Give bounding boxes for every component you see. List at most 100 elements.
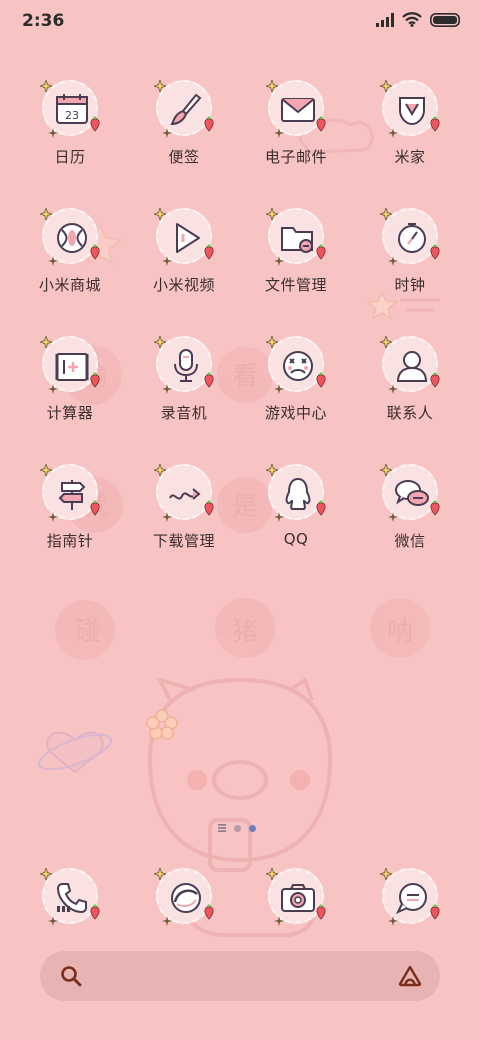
app-label: 微信 [394, 532, 426, 550]
strawberry-icon [430, 904, 440, 920]
app-icon-bubble [40, 464, 100, 522]
star-decoration-icon [154, 464, 166, 476]
app-label: 联系人 [386, 404, 434, 422]
app-label: 文件管理 [264, 276, 327, 294]
app-notes[interactable]: 便签 [128, 74, 240, 184]
message-icon [395, 883, 427, 915]
app-recorder[interactable]: 录音机 [128, 330, 240, 440]
star-decoration-icon [40, 336, 52, 348]
sparkle-icon [274, 256, 284, 266]
app-mi-store[interactable]: 小米商城 [14, 202, 126, 312]
strawberry-icon [316, 904, 326, 920]
app-mijia[interactable]: 米家 [354, 74, 466, 184]
search-icon[interactable] [60, 965, 82, 987]
app-calculator[interactable]: 计算器 [14, 330, 126, 440]
app-downloads[interactable]: 下载管理 [128, 458, 240, 568]
star-decoration-icon [40, 208, 52, 220]
dock-browser[interactable] [128, 862, 240, 926]
strawberry-icon [90, 904, 100, 920]
star-decoration-icon [154, 80, 166, 92]
svg-text:猪: 猪 [232, 617, 258, 647]
video-icon [176, 223, 200, 253]
svg-text:碰: 碰 [75, 617, 101, 647]
app-qq[interactable]: QQ [240, 458, 352, 568]
star-decoration-icon [154, 336, 166, 348]
strawberry-icon [204, 500, 214, 516]
wechat-icon [395, 480, 429, 506]
status-icons [376, 12, 460, 27]
svg-text:23: 23 [65, 109, 79, 122]
strawberry-icon [316, 116, 326, 132]
game-face-icon [283, 351, 313, 381]
star-decoration-icon [154, 868, 166, 880]
sparkle-icon [48, 512, 58, 522]
app-mi-video[interactable]: 小米视频 [128, 202, 240, 312]
svg-text:呐: 呐 [387, 617, 413, 647]
sparkle-icon [388, 128, 398, 138]
star-decoration-icon [380, 464, 392, 476]
app-icon-bubble [266, 336, 326, 394]
app-icon-bubble [380, 208, 440, 266]
strawberry-icon [316, 244, 326, 260]
app-calendar[interactable]: 23 日历 [14, 74, 126, 184]
sparkle-icon [274, 384, 284, 394]
app-file-manager[interactable]: 文件管理 [240, 202, 352, 312]
strawberry-icon [90, 500, 100, 516]
mi-store-icon [57, 223, 87, 253]
page-dot-active[interactable] [249, 824, 256, 832]
page-dot[interactable] [234, 824, 241, 832]
app-icon-bubble [266, 208, 326, 266]
strawberry-icon [90, 372, 100, 388]
list-view-icon [218, 824, 226, 832]
app-compass[interactable]: 指南针 [14, 458, 126, 568]
sparkle-icon [48, 128, 58, 138]
app-game-center[interactable]: 游戏中心 [240, 330, 352, 440]
star-decoration-icon [154, 208, 166, 220]
status-time: 2:36 [22, 11, 65, 31]
app-label: 游戏中心 [264, 404, 327, 422]
sparkle-icon [162, 512, 172, 522]
sparkle-icon [162, 916, 172, 926]
strawberry-icon [90, 244, 100, 260]
star-decoration-icon [380, 208, 392, 220]
app-label: 日历 [54, 148, 86, 166]
qq-icon [285, 477, 311, 510]
dock-camera[interactable] [240, 862, 352, 926]
dock-messages[interactable] [354, 862, 466, 926]
app-contacts[interactable]: 联系人 [354, 330, 466, 440]
sparkle-icon [48, 256, 58, 266]
app-icon-bubble [154, 80, 214, 138]
app-label: 米家 [394, 148, 426, 166]
dock-phone[interactable] [14, 862, 126, 926]
app-icon-bubble [380, 336, 440, 394]
folder-icon [281, 227, 313, 253]
search-bar[interactable] [40, 951, 440, 1001]
strawberry-icon [204, 244, 214, 260]
strawberry-icon [430, 116, 440, 132]
search-input[interactable] [96, 961, 380, 993]
wifi-icon [402, 12, 422, 27]
app-label: 时钟 [394, 276, 426, 294]
mail-icon [281, 98, 315, 122]
strawberry-icon [430, 372, 440, 388]
app-clock[interactable]: 时钟 [354, 202, 466, 312]
sparkle-icon [48, 384, 58, 394]
signpost-icon [58, 480, 86, 510]
sparkle-icon [274, 916, 284, 926]
page-indicator[interactable] [218, 824, 256, 832]
app-icon-bubble [40, 208, 100, 266]
sparkle-icon [388, 384, 398, 394]
status-bar: 2:36 [0, 0, 480, 44]
app-icon-bubble [266, 464, 326, 522]
strawberry-icon [204, 372, 214, 388]
app-icon-bubble [154, 208, 214, 266]
app-icon-bubble: 23 [40, 80, 100, 138]
star-decoration-icon [380, 80, 392, 92]
app-email[interactable]: 电子邮件 [240, 74, 352, 184]
assistant-icon[interactable] [398, 965, 422, 987]
app-wechat[interactable]: 微信 [354, 458, 466, 568]
app-label: 电子邮件 [264, 148, 327, 166]
strawberry-icon [204, 904, 214, 920]
star-decoration-icon [40, 464, 52, 476]
sparkle-icon [388, 512, 398, 522]
